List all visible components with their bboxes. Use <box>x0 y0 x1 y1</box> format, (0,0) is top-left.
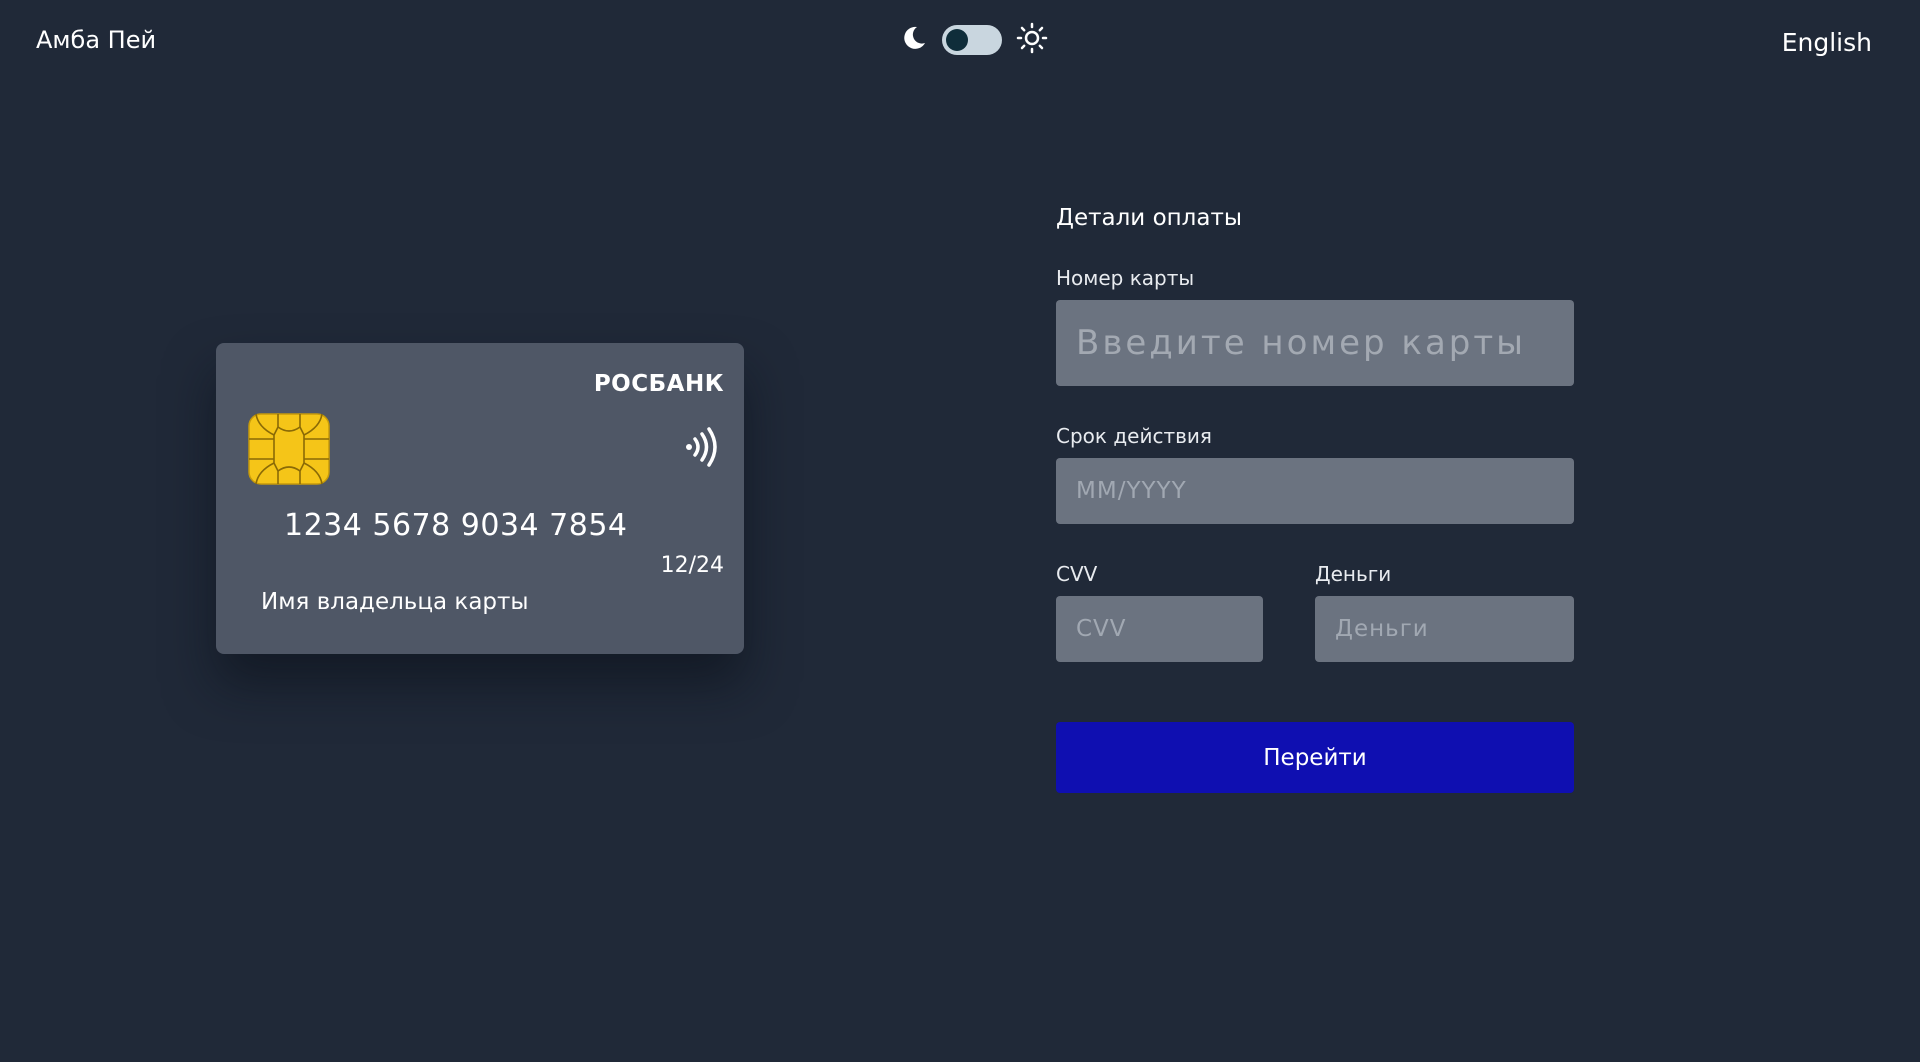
theme-toggle[interactable] <box>942 25 1002 55</box>
brand-logo[interactable]: Амба Пей <box>36 26 156 54</box>
toggle-knob <box>946 29 968 51</box>
card-expiry-display: 12/24 <box>660 553 724 578</box>
card-number-label: Номер карты <box>1056 266 1195 290</box>
bank-name: РОСБАНК <box>593 371 724 397</box>
form-title: Детали оплаты <box>1056 205 1243 231</box>
contactless-icon <box>684 425 718 469</box>
card-holder-display: Имя владельца карты <box>261 589 529 615</box>
cvv-input[interactable] <box>1056 596 1263 662</box>
language-switch[interactable]: English <box>1782 28 1872 57</box>
chip-icon <box>248 413 330 485</box>
card-number-input[interactable] <box>1056 300 1574 386</box>
expiry-label: Срок действия <box>1056 424 1212 448</box>
payment-page: Амба Пей English РОСБАНК 1234 5678 9034 … <box>0 0 1920 1062</box>
submit-button[interactable]: Перейти <box>1056 722 1574 793</box>
moon-icon <box>898 23 928 57</box>
expiry-input[interactable] <box>1056 458 1574 524</box>
money-label: Деньги <box>1315 562 1392 586</box>
money-input[interactable] <box>1315 596 1574 662</box>
card-number-display: 1234 5678 9034 7854 <box>284 508 628 543</box>
card-preview: РОСБАНК 1234 5678 9034 7854 12/24 Имя вл… <box>216 343 744 654</box>
cvv-label: CVV <box>1056 562 1098 586</box>
sun-icon <box>1016 22 1048 58</box>
theme-switcher <box>898 22 1048 58</box>
